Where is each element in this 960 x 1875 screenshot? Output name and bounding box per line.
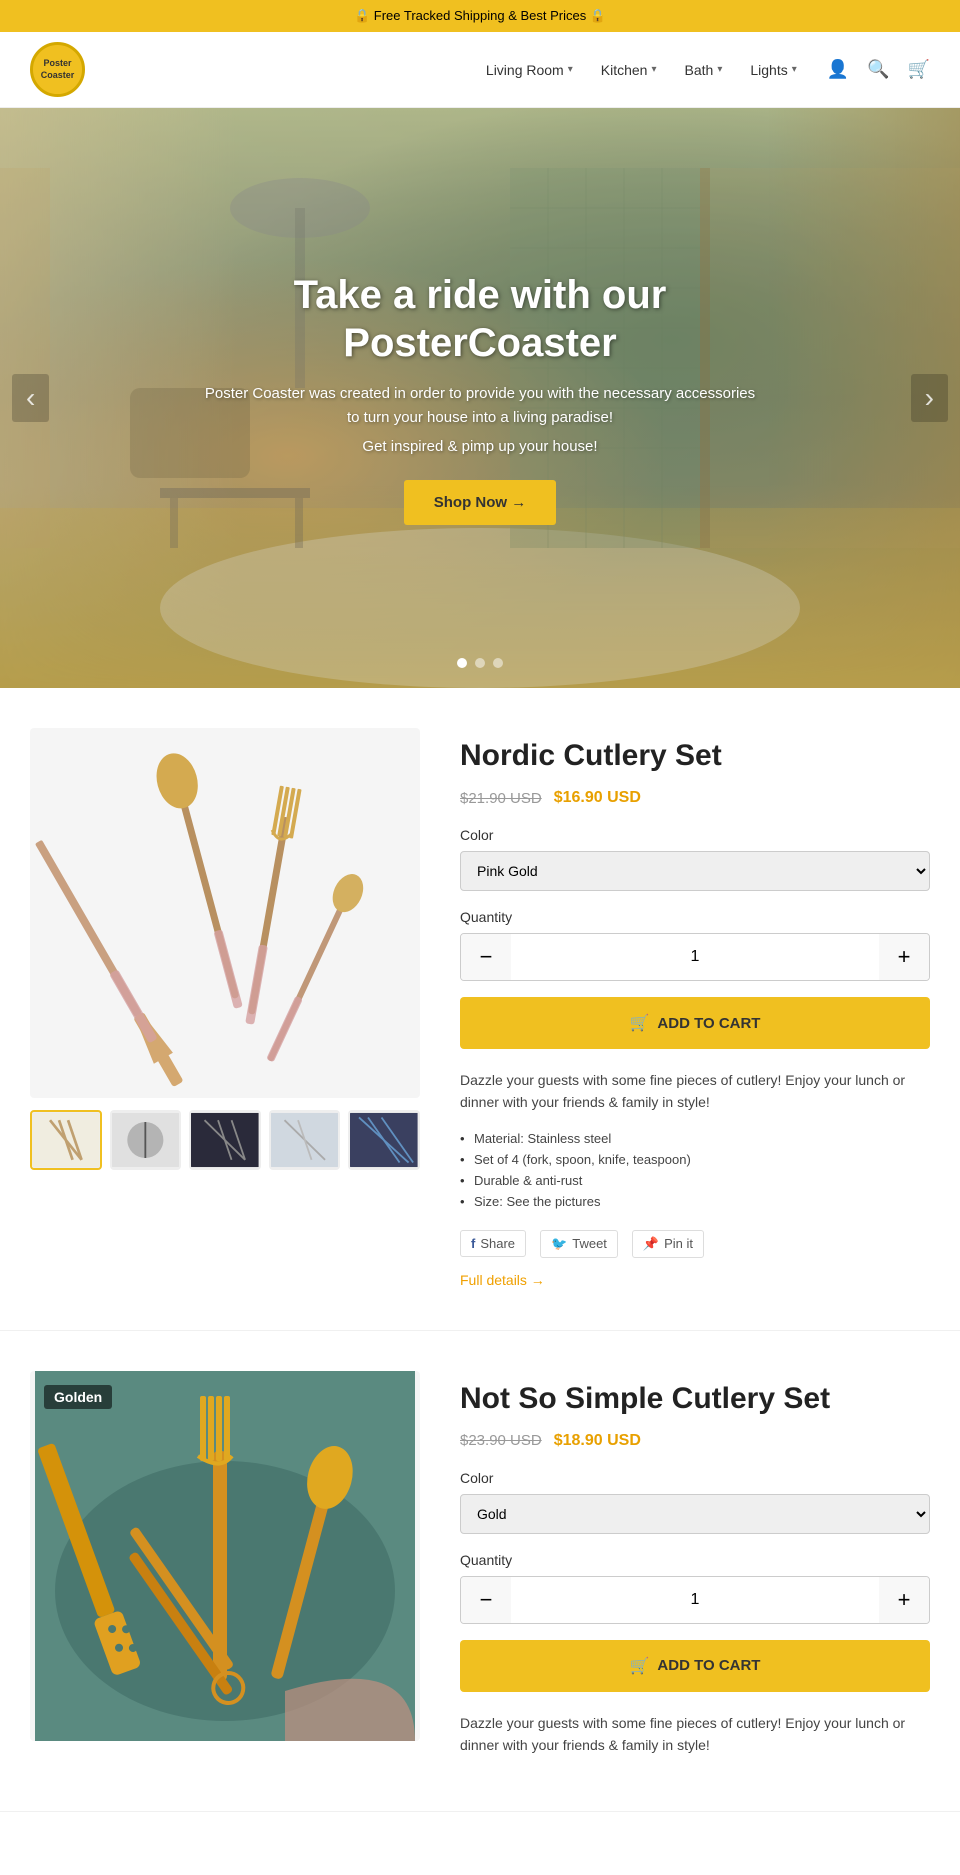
product-2-badge: Golden bbox=[44, 1385, 112, 1409]
product-1-quantity-label: Quantity bbox=[460, 909, 930, 925]
share-facebook-button[interactable]: f Share bbox=[460, 1230, 526, 1257]
hero-tagline: Get inspired & pimp up your house! bbox=[200, 438, 760, 455]
product-1-full-details-link[interactable]: Full details → bbox=[460, 1272, 545, 1288]
thumbnail-4[interactable] bbox=[269, 1110, 341, 1170]
product-1-qty-increase[interactable]: + bbox=[879, 934, 929, 980]
product-2-color-label: Color bbox=[460, 1470, 930, 1486]
product-1-bullets: Material: Stainless steel Set of 4 (fork… bbox=[460, 1128, 930, 1212]
hero-dot-1[interactable] bbox=[457, 658, 467, 668]
product-1-info: Nordic Cutlery Set $21.90 USD $16.90 USD… bbox=[460, 728, 930, 1290]
product-1-social-row: f Share 🐦 Tweet 📌 Pin it bbox=[460, 1230, 930, 1258]
bullet-3: Durable & anti-rust bbox=[460, 1170, 930, 1191]
share-twitter-button[interactable]: 🐦 Tweet bbox=[540, 1230, 618, 1258]
hero-dot-3[interactable] bbox=[493, 658, 503, 668]
search-icon[interactable]: 🔍 bbox=[867, 59, 889, 80]
top-banner: 🔒 Free Tracked Shipping & Best Prices 🔒 bbox=[0, 0, 960, 32]
bullet-2: Set of 4 (fork, spoon, knife, teaspoon) bbox=[460, 1149, 930, 1170]
chevron-down-icon: ▾ bbox=[651, 64, 656, 75]
product-2-info: Not So Simple Cutlery Set $23.90 USD $18… bbox=[460, 1371, 930, 1771]
share-pinterest-button[interactable]: 📌 Pin it bbox=[632, 1230, 704, 1258]
thumbnail-5[interactable] bbox=[348, 1110, 420, 1170]
product-1-images bbox=[30, 728, 420, 1290]
facebook-icon: f bbox=[471, 1236, 475, 1251]
main-nav: Living Room ▾ Kitchen ▾ Bath ▾ Lights ▾ bbox=[486, 62, 797, 78]
product-2-new-price: $18.90 USD bbox=[554, 1432, 641, 1450]
nav-kitchen[interactable]: Kitchen ▾ bbox=[601, 62, 657, 78]
pinterest-icon: 📌 bbox=[643, 1236, 659, 1252]
product-1-old-price: $21.90 USD bbox=[460, 790, 542, 807]
chevron-down-icon: ▾ bbox=[568, 64, 573, 75]
nav-bath[interactable]: Bath ▾ bbox=[685, 62, 723, 78]
hero-subtitle: Poster Coaster was created in order to p… bbox=[200, 382, 760, 430]
cart-icon: 🛒 bbox=[630, 1013, 650, 1033]
product-2-old-price: $23.90 USD bbox=[460, 1432, 542, 1449]
product-2-qty-decrease[interactable]: − bbox=[461, 1577, 511, 1623]
hero-prev-button[interactable]: ‹ bbox=[12, 374, 49, 422]
product-2-section: Golden bbox=[0, 1331, 960, 1812]
product-1-price-row: $21.90 USD $16.90 USD bbox=[460, 789, 930, 807]
cutlery-svg-pink-gold bbox=[30, 728, 420, 1098]
cart-icon[interactable]: 🛒 bbox=[908, 59, 930, 80]
product-2-description: Dazzle your guests with some fine pieces… bbox=[460, 1712, 930, 1757]
hero-next-button[interactable]: › bbox=[911, 374, 948, 422]
product-2-qty-input[interactable] bbox=[511, 1577, 879, 1623]
product-2-title: Not So Simple Cutlery Set bbox=[460, 1381, 930, 1417]
thumbnail-3[interactable] bbox=[189, 1110, 261, 1170]
logo-area[interactable]: PosterCoaster bbox=[30, 42, 85, 97]
product-2-main-image: Golden bbox=[30, 1371, 420, 1741]
hero-cta-button[interactable]: Shop Now → bbox=[404, 480, 557, 525]
product-1-quantity-row: − + bbox=[460, 933, 930, 981]
product-2-price-row: $23.90 USD $18.90 USD bbox=[460, 1432, 930, 1450]
product-1-qty-input[interactable] bbox=[511, 934, 879, 980]
hero-dots bbox=[457, 658, 503, 668]
nav-living-room[interactable]: Living Room ▾ bbox=[486, 62, 573, 78]
twitter-icon: 🐦 bbox=[551, 1236, 567, 1252]
hero-dot-2[interactable] bbox=[475, 658, 485, 668]
cutlery-svg-golden bbox=[30, 1371, 420, 1741]
product-1-description: Dazzle your guests with some fine pieces… bbox=[460, 1069, 930, 1114]
product-2-quantity-label: Quantity bbox=[460, 1552, 930, 1568]
thumbnail-1[interactable] bbox=[30, 1110, 102, 1170]
product-2-color-select[interactable]: Gold Black Silver Pink bbox=[460, 1494, 930, 1534]
chevron-down-icon: ▾ bbox=[792, 64, 797, 75]
product-1-section: Nordic Cutlery Set $21.90 USD $16.90 USD… bbox=[0, 688, 960, 1331]
hero-title: Take a ride with our PosterCoaster bbox=[200, 271, 760, 367]
header-icons: 👤 🔍 🛒 bbox=[827, 59, 930, 80]
logo[interactable]: PosterCoaster bbox=[30, 42, 85, 97]
bullet-1: Material: Stainless steel bbox=[460, 1128, 930, 1149]
product-1-title: Nordic Cutlery Set bbox=[460, 738, 930, 774]
chevron-down-icon: ▾ bbox=[717, 64, 722, 75]
product-1-add-to-cart-button[interactable]: 🛒 ADD TO CART bbox=[460, 997, 930, 1049]
product-1-qty-decrease[interactable]: − bbox=[461, 934, 511, 980]
product-2-quantity-row: − + bbox=[460, 1576, 930, 1624]
product-2-images: Golden bbox=[30, 1371, 420, 1771]
product-1-thumbnails bbox=[30, 1110, 420, 1170]
user-icon[interactable]: 👤 bbox=[827, 59, 849, 80]
product-1-color-label: Color bbox=[460, 827, 930, 843]
thumbnail-2[interactable] bbox=[110, 1110, 182, 1170]
hero-section: Take a ride with our PosterCoaster Poste… bbox=[0, 108, 960, 688]
cart-icon: 🛒 bbox=[630, 1656, 650, 1676]
product-1-new-price: $16.90 USD bbox=[554, 789, 641, 807]
bullet-4: Size: See the pictures bbox=[460, 1191, 930, 1212]
product-2-qty-increase[interactable]: + bbox=[879, 1577, 929, 1623]
header: PosterCoaster Living Room ▾ Kitchen ▾ Ba… bbox=[0, 32, 960, 108]
nav-lights[interactable]: Lights ▾ bbox=[750, 62, 796, 78]
hero-content: Take a ride with our PosterCoaster Poste… bbox=[180, 251, 780, 545]
product-1-main-image bbox=[30, 728, 420, 1098]
product-2-add-to-cart-button[interactable]: 🛒 ADD TO CART bbox=[460, 1640, 930, 1692]
banner-text: 🔒 Free Tracked Shipping & Best Prices 🔒 bbox=[354, 8, 606, 23]
product-1-color-select[interactable]: Pink Gold Black Silver Gold bbox=[460, 851, 930, 891]
